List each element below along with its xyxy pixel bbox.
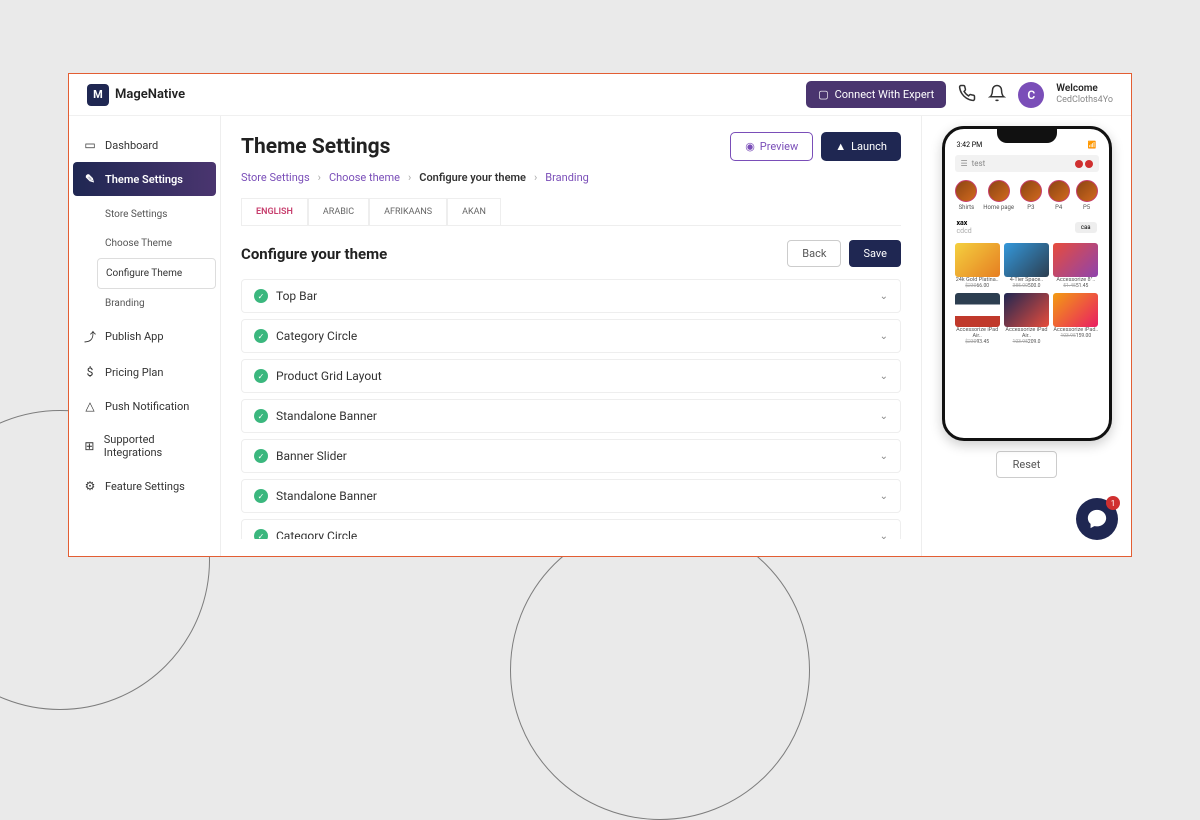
back-button[interactable]: Back (787, 240, 841, 267)
chat-badge: 1 (1106, 496, 1120, 510)
bell-nav-icon: △ (83, 399, 97, 413)
bell-icon[interactable] (988, 84, 1006, 106)
sidebar-item-feature-settings[interactable]: ⚙Feature Settings (73, 469, 216, 503)
chevron-down-icon: ⌄ (880, 371, 888, 382)
check-icon: ✓ (254, 489, 268, 503)
phone-search: ☰ test (955, 155, 1099, 172)
chevron-down-icon: ⌄ (880, 491, 888, 502)
accordion-item[interactable]: ✓Category Circle⌄ (241, 519, 901, 539)
breadcrumb-item[interactable]: Store Settings (241, 171, 310, 184)
user-block: Welcome CedCloths4Yo (1056, 83, 1113, 106)
sidebar-item-theme-settings[interactable]: ✎Theme Settings (73, 162, 216, 196)
language-tabs: ENGLISH ARABIC AFRIKAANS AKAN (241, 198, 901, 226)
pricing-icon: $ (83, 365, 97, 379)
chevron-down-icon: ⌄ (880, 451, 888, 462)
sidebar-item-pricing-plan[interactable]: $Pricing Plan (73, 355, 216, 389)
tab-arabic[interactable]: ARABIC (308, 198, 369, 225)
check-icon: ✓ (254, 529, 268, 539)
sidebar: ▭Dashboard ✎Theme Settings Store Setting… (69, 116, 221, 556)
save-button[interactable]: Save (849, 240, 901, 267)
logo-icon: M (87, 84, 109, 106)
chevron-down-icon: ⌄ (880, 291, 888, 302)
logo[interactable]: M MageNative (87, 84, 185, 106)
accordion-item[interactable]: ✓Banner Slider⌄ (241, 439, 901, 473)
breadcrumb-item[interactable]: Branding (545, 171, 589, 184)
launch-button[interactable]: ▲Launch (821, 132, 901, 161)
chevron-down-icon: ⌄ (880, 531, 888, 540)
brand-name: MageNative (115, 87, 185, 102)
topbar: M MageNative ▢ Connect With Expert C Wel… (69, 74, 1131, 116)
sidebar-sub-branding[interactable]: Branding (97, 289, 216, 318)
video-icon: ▢ (818, 88, 828, 101)
phone-icon[interactable] (958, 84, 976, 106)
sidebar-item-push-notification[interactable]: △Push Notification (73, 389, 216, 423)
sidebar-item-publish-app[interactable]: ⤴Publish App (73, 318, 216, 355)
check-icon: ✓ (254, 409, 268, 423)
sidebar-sub-choose-theme[interactable]: Choose Theme (97, 229, 216, 258)
sidebar-item-integrations[interactable]: ⊞Supported Integrations (73, 423, 216, 469)
reset-button[interactable]: Reset (996, 451, 1058, 478)
check-icon: ✓ (254, 369, 268, 383)
breadcrumb-item[interactable]: Choose theme (329, 171, 400, 184)
preview-button[interactable]: ◉Preview (730, 132, 813, 161)
phone-preview: 3:42 PM📶 ☰ test Shirts Home page P3 P4 P… (942, 126, 1112, 441)
rocket-icon: ▲ (835, 140, 846, 153)
app-frame: M MageNative ▢ Connect With Expert C Wel… (68, 73, 1132, 557)
accordion-item[interactable]: ✓Top Bar⌄ (241, 279, 901, 313)
gear-icon: ⚙ (83, 479, 97, 493)
accordion-item[interactable]: ✓Category Circle⌄ (241, 319, 901, 353)
accordion-item[interactable]: ✓Product Grid Layout⌄ (241, 359, 901, 393)
eye-icon: ◉ (745, 140, 755, 153)
tab-afrikaans[interactable]: AFRIKAANS (369, 198, 447, 225)
dashboard-icon: ▭ (83, 138, 97, 152)
sidebar-sub-store-settings[interactable]: Store Settings (97, 200, 216, 229)
accordion-item[interactable]: ✓Standalone Banner⌄ (241, 399, 901, 433)
tab-english[interactable]: ENGLISH (241, 198, 308, 225)
chevron-down-icon: ⌄ (880, 411, 888, 422)
tab-akan[interactable]: AKAN (447, 198, 501, 225)
accordion: ✓Top Bar⌄ ✓Category Circle⌄ ✓Product Gri… (241, 279, 901, 539)
check-icon: ✓ (254, 449, 268, 463)
accordion-item[interactable]: ✓Standalone Banner⌄ (241, 479, 901, 513)
theme-icon: ✎ (83, 172, 97, 186)
breadcrumb: Store Settings› Choose theme› Configure … (241, 171, 901, 184)
section-title: Configure your theme (241, 245, 387, 263)
preview-panel: 3:42 PM📶 ☰ test Shirts Home page P3 P4 P… (921, 116, 1131, 556)
chevron-down-icon: ⌄ (880, 331, 888, 342)
connect-expert-button[interactable]: ▢ Connect With Expert (806, 81, 946, 108)
avatar[interactable]: C (1018, 82, 1044, 108)
page-title: Theme Settings (241, 135, 390, 159)
publish-icon: ⤴ (83, 328, 97, 345)
integrations-icon: ⊞ (83, 439, 96, 453)
check-icon: ✓ (254, 289, 268, 303)
content: Theme Settings ◉Preview ▲Launch Store Se… (221, 116, 921, 556)
sidebar-sub-configure-theme[interactable]: Configure Theme (97, 258, 216, 289)
chat-widget[interactable]: 1 (1076, 498, 1118, 540)
breadcrumb-item: Configure your theme (419, 171, 526, 184)
check-icon: ✓ (254, 329, 268, 343)
sidebar-item-dashboard[interactable]: ▭Dashboard (73, 128, 216, 162)
